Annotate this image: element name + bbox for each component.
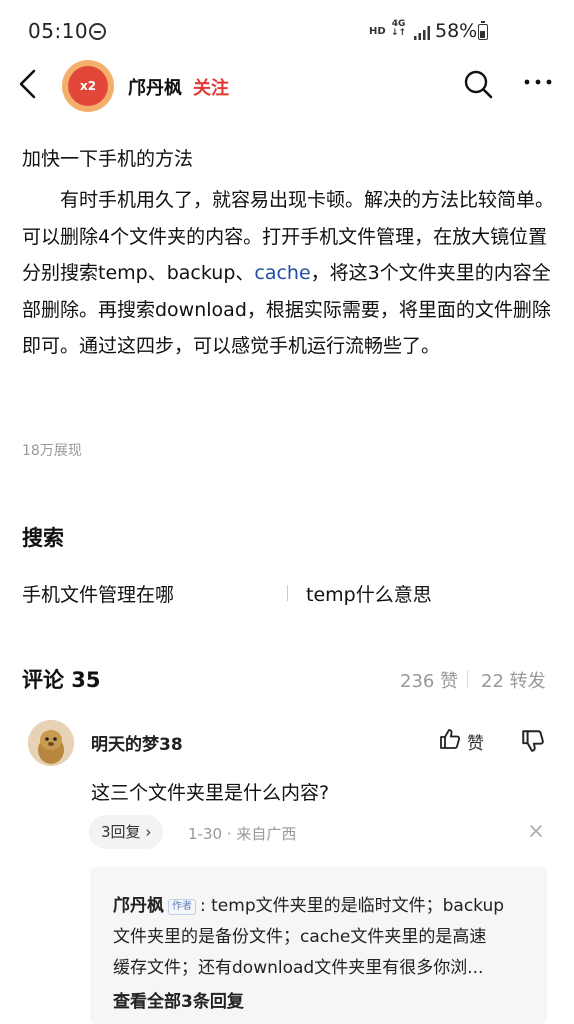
reply-text-2: 文件夹里的是备份文件；cache文件夹里的是高速 xyxy=(113,927,487,947)
article-title: 加快一下手机的方法 xyxy=(22,148,194,170)
avatar-illustration xyxy=(28,720,74,766)
do-not-disturb-icon xyxy=(89,23,106,40)
author-name[interactable]: 邝丹枫 xyxy=(128,74,182,100)
avatar-badge: x2 xyxy=(68,66,108,106)
commenter-avatar[interactable] xyxy=(28,720,74,766)
reply-count-label: 3回复 xyxy=(101,823,141,841)
comment-meta: 1-30 · 来自广西 xyxy=(188,825,297,843)
comment-like-button[interactable]: 赞 xyxy=(438,727,498,755)
search-suggestion-2[interactable]: temp什么意思 xyxy=(306,580,432,607)
comment-text: 这三个文件夹里是什么内容? xyxy=(91,782,330,804)
top-bar: x2 邝丹枫 关注 xyxy=(0,60,574,112)
battery-percent: 58% xyxy=(435,20,478,42)
reply-text-3: 缓存文件；还有download文件夹里有很多你浏... xyxy=(113,958,484,978)
search-icon[interactable] xyxy=(462,68,494,100)
search-section-heading: 搜索 xyxy=(22,526,64,550)
search-divider xyxy=(287,585,288,601)
likes-count[interactable]: 236 赞 xyxy=(400,667,458,693)
status-time: 05:10 xyxy=(28,19,89,43)
view-count: 18万展现 xyxy=(22,443,82,459)
comments-title: 评论 35 xyxy=(22,668,101,692)
article-keyword-link[interactable]: cache xyxy=(254,262,310,284)
follow-button[interactable]: 关注 xyxy=(193,74,229,100)
commenter-name[interactable]: 明天的梦38 xyxy=(91,730,183,755)
chevron-right-icon: › xyxy=(145,823,152,841)
shares-count[interactable]: 22 转发 xyxy=(481,667,546,693)
stats-divider xyxy=(467,670,468,688)
hd-network-label: HD xyxy=(369,26,386,37)
author-avatar[interactable]: x2 xyxy=(62,60,114,112)
more-options-icon[interactable] xyxy=(522,72,554,92)
reply-preview[interactable]: 邝丹枫 作者: temp文件夹里的是临时文件；backup 文件夹里的是备份文件；… xyxy=(90,867,547,1024)
author-tag-badge: 作者 xyxy=(168,899,196,915)
reply-count-button[interactable]: 3回复 › xyxy=(89,815,164,849)
thumbs-down-icon[interactable] xyxy=(520,728,546,754)
search-suggestion-1[interactable]: 手机文件管理在哪 xyxy=(22,580,174,607)
signal-icon xyxy=(414,26,430,40)
battery-icon xyxy=(478,21,488,40)
thumbs-up-icon xyxy=(440,729,461,749)
battery-fill xyxy=(480,31,485,38)
comment-like-label: 赞 xyxy=(467,734,484,754)
network-4g-icon: 4G ↓↑ xyxy=(391,19,407,38)
reply-line-1: 邝丹枫 作者: temp文件夹里的是临时文件；backup xyxy=(113,891,504,916)
view-all-replies-link[interactable]: 查看全部3条回复 xyxy=(113,987,244,1012)
reply-author[interactable]: 邝丹枫 xyxy=(113,896,164,916)
article-body: 有时手机用久了，就容易出现卡顿。解决的方法比较简单。可以删除4个文件夹的内容。打… xyxy=(22,182,556,365)
back-arrow-icon[interactable] xyxy=(14,66,44,102)
network-gen-label: 4G xyxy=(391,19,406,29)
reply-text-1: : temp文件夹里的是临时文件；backup xyxy=(200,896,505,916)
status-bar: 05:10 HD 4G ↓↑ 58% xyxy=(0,0,574,60)
close-icon[interactable] xyxy=(528,823,544,839)
